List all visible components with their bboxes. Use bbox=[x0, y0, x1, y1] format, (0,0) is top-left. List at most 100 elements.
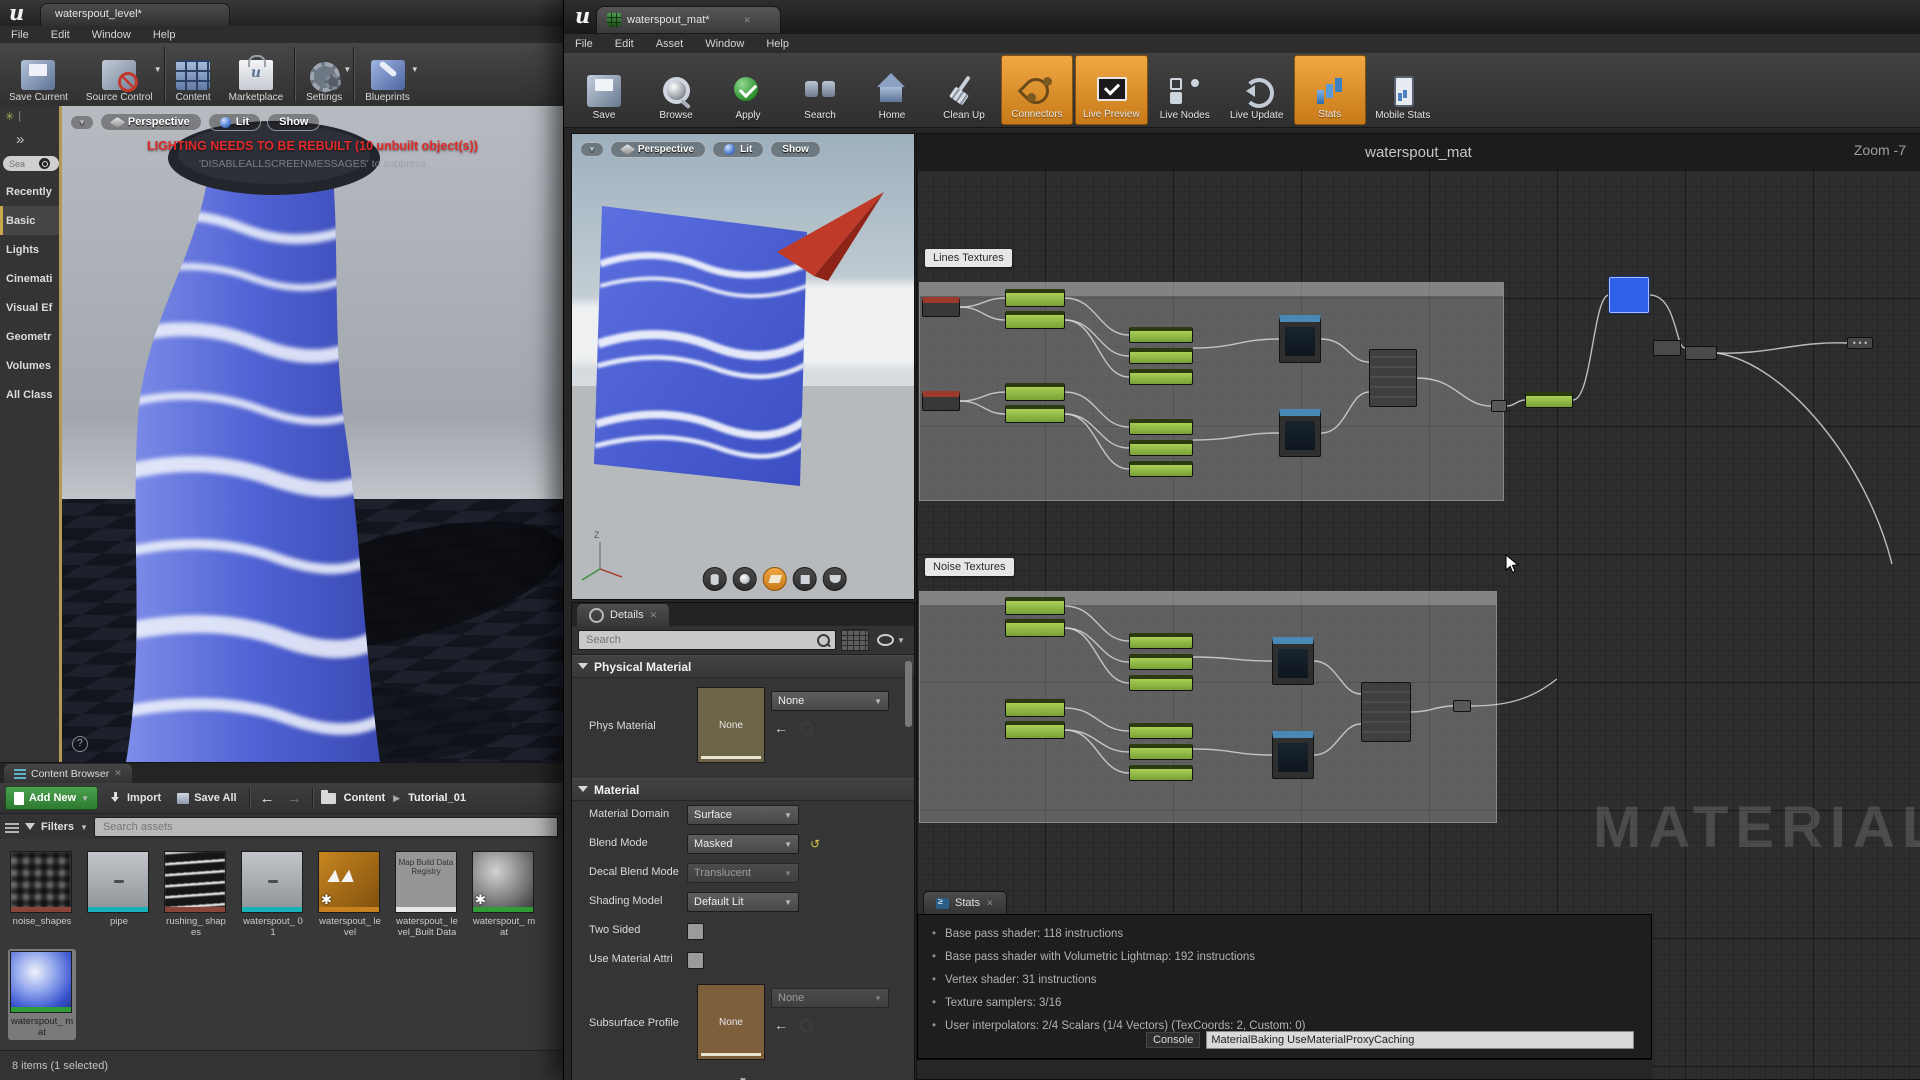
graph-node-green[interactable] bbox=[1005, 289, 1065, 307]
browse-to-asset-icon[interactable] bbox=[800, 722, 813, 735]
forward-button[interactable]: → bbox=[285, 790, 304, 807]
menu-help[interactable]: Help bbox=[142, 29, 187, 41]
material-preview-viewport[interactable]: Z ▼ Perspective Lit Show bbox=[571, 133, 915, 600]
graph-node-gray[interactable] bbox=[1653, 340, 1681, 356]
sidebar-item-all-class[interactable]: All Class bbox=[0, 380, 62, 409]
details-scrollbar[interactable] bbox=[905, 661, 912, 727]
sidebar-item-visual-ef[interactable]: Visual Ef bbox=[0, 293, 62, 322]
graph-node-green[interactable] bbox=[1129, 461, 1193, 477]
breadcrumb-root[interactable]: Content bbox=[344, 792, 386, 804]
asset-tile-noise-shapes[interactable]: noise_shapes bbox=[8, 849, 76, 940]
graph-node-merge[interactable] bbox=[1361, 682, 1411, 742]
import-button[interactable]: Import bbox=[106, 792, 165, 804]
graph-node-tex[interactable] bbox=[1279, 409, 1321, 457]
breadcrumb-leaf[interactable]: Tutorial_01 bbox=[408, 792, 466, 804]
perspective-button[interactable]: Perspective bbox=[610, 141, 706, 158]
dropdown-blend-mode[interactable]: Masked▼ bbox=[687, 834, 799, 854]
asset-search-input[interactable] bbox=[101, 820, 551, 834]
view-list-icon[interactable] bbox=[5, 821, 19, 833]
details-search-box[interactable] bbox=[578, 630, 836, 650]
sidebar-item-basic[interactable]: Basic bbox=[0, 206, 62, 235]
asset-tile-waterspout-01[interactable]: waterspout_ 01 bbox=[239, 849, 307, 940]
menu-edit[interactable]: Edit bbox=[604, 38, 645, 50]
chevron-down-icon[interactable]: ▼ bbox=[411, 65, 419, 74]
asset-thumbnail-subsurface-profile[interactable]: None bbox=[697, 984, 765, 1060]
toolbar-apply-button[interactable]: Apply bbox=[713, 55, 783, 125]
use-selected-icon[interactable]: ← bbox=[774, 1017, 788, 1033]
place-actors-mini-icon[interactable]: ✳| bbox=[0, 106, 62, 126]
section-header-material[interactable]: Material bbox=[572, 778, 914, 801]
graph-node-green[interactable] bbox=[1005, 597, 1065, 615]
filters-button[interactable]: Filters bbox=[41, 821, 74, 833]
close-icon[interactable]: ✕ bbox=[744, 15, 752, 26]
dropdown-phys-material[interactable]: None▼ bbox=[771, 691, 889, 711]
asset-tile-waterspout-level[interactable]: ✱waterspout_ level bbox=[316, 849, 384, 940]
close-icon[interactable]: ✕ bbox=[986, 898, 994, 909]
graph-node-green[interactable] bbox=[1129, 675, 1193, 691]
dropdown-shading-model[interactable]: Default Lit▼ bbox=[687, 892, 799, 912]
dropdown-subsurface-profile[interactable]: None▼ bbox=[771, 988, 889, 1008]
graph-node-green[interactable] bbox=[1129, 348, 1193, 364]
toolbar-search-button[interactable]: Search bbox=[785, 55, 855, 125]
viewport-options-button[interactable]: ▼ bbox=[70, 115, 94, 130]
use-selected-icon[interactable]: ← bbox=[774, 720, 788, 736]
cube-shape-button[interactable] bbox=[793, 567, 817, 591]
toolbar-mobile-stats-button[interactable]: Mobile Stats bbox=[1368, 55, 1438, 125]
save-all-button[interactable]: Save All bbox=[173, 792, 240, 804]
graph-node-green[interactable] bbox=[1129, 440, 1193, 456]
level-viewport[interactable]: ▼ Perspective Lit Show LIGHTING NEEDS TO… bbox=[62, 106, 563, 762]
graph-node-merge[interactable] bbox=[1369, 349, 1417, 407]
details-search-input[interactable] bbox=[584, 633, 817, 647]
graph-node-red[interactable] bbox=[922, 297, 960, 317]
toolbar-live-preview-button[interactable]: Live Preview bbox=[1075, 55, 1148, 125]
toolbar-browse-button[interactable]: Browse bbox=[641, 55, 711, 125]
asset-tile-waterspout-mat[interactable]: ✱waterspout_ mat bbox=[470, 849, 538, 940]
toolbar-stats-button[interactable]: Stats bbox=[1294, 55, 1366, 125]
graph-node-green[interactable] bbox=[1129, 419, 1193, 435]
toolbar-save-current-button[interactable]: Save Current bbox=[0, 43, 77, 106]
menu-asset[interactable]: Asset bbox=[645, 38, 695, 50]
preview-options-button[interactable]: ▼ bbox=[580, 142, 604, 157]
reset-to-default-icon[interactable]: ↺ bbox=[810, 837, 820, 851]
comment-label-noise-textures[interactable]: Noise Textures bbox=[925, 558, 1014, 576]
menu-window[interactable]: Window bbox=[694, 38, 755, 50]
sidebar-item-geometr[interactable]: Geometr bbox=[0, 322, 62, 351]
graph-node-green[interactable] bbox=[1129, 765, 1193, 781]
graph-node-red[interactable] bbox=[922, 391, 960, 411]
graph-node-green[interactable] bbox=[1129, 723, 1193, 739]
graph-node-tiny[interactable] bbox=[1453, 700, 1471, 712]
graph-node-green[interactable] bbox=[1005, 311, 1065, 329]
advanced-expander-button[interactable]: ▼ bbox=[572, 1075, 914, 1080]
graph-node-green[interactable] bbox=[1005, 405, 1065, 423]
close-icon[interactable]: ✕ bbox=[114, 768, 122, 779]
lit-button[interactable]: Lit bbox=[208, 113, 261, 131]
browse-to-asset-icon[interactable] bbox=[800, 1019, 813, 1032]
sidebar-item-volumes[interactable]: Volumes bbox=[0, 351, 62, 380]
close-icon[interactable]: ✕ bbox=[650, 610, 658, 621]
viewport-help-icon[interactable]: ? bbox=[72, 736, 88, 752]
asset-tile-rushing-shapes[interactable]: rushing_ shapes bbox=[162, 849, 230, 940]
place-actors-search-input[interactable] bbox=[9, 159, 39, 169]
lit-button[interactable]: Lit bbox=[712, 141, 764, 158]
asset-tile-pipe[interactable]: pipe bbox=[85, 849, 153, 940]
details-tab[interactable]: Details ✕ bbox=[577, 604, 669, 626]
view-options-button[interactable]: ▼ bbox=[874, 630, 908, 650]
graph-node-green[interactable] bbox=[1129, 744, 1193, 760]
cylinder-shape-button[interactable] bbox=[703, 567, 727, 591]
graph-node-green[interactable] bbox=[1129, 654, 1193, 670]
graph-node-green[interactable] bbox=[1129, 633, 1193, 649]
asset-tile-waterspout-level-built-data[interactable]: Map Build Data Registrywaterspout_ level… bbox=[393, 849, 461, 940]
asset-search-box[interactable] bbox=[94, 817, 558, 837]
graph-node-green[interactable] bbox=[1005, 383, 1065, 401]
sidebar-item-cinemati[interactable]: Cinemati bbox=[0, 264, 62, 293]
stats-tab[interactable]: Stats ✕ bbox=[923, 891, 1007, 914]
toolbar-clean-up-button[interactable]: Clean Up bbox=[929, 55, 999, 125]
graph-node-green[interactable] bbox=[1005, 619, 1065, 637]
toolbar-marketplace-button[interactable]: Marketplace bbox=[220, 43, 292, 106]
chevron-down-icon[interactable]: ▼ bbox=[154, 65, 162, 74]
graph-node-tiny[interactable] bbox=[1491, 400, 1507, 412]
graph-node-tex[interactable] bbox=[1279, 315, 1321, 363]
graph-node-tex[interactable] bbox=[1272, 731, 1314, 779]
dropdown-material-domain[interactable]: Surface▼ bbox=[687, 805, 799, 825]
graph-node-green[interactable] bbox=[1129, 369, 1193, 385]
